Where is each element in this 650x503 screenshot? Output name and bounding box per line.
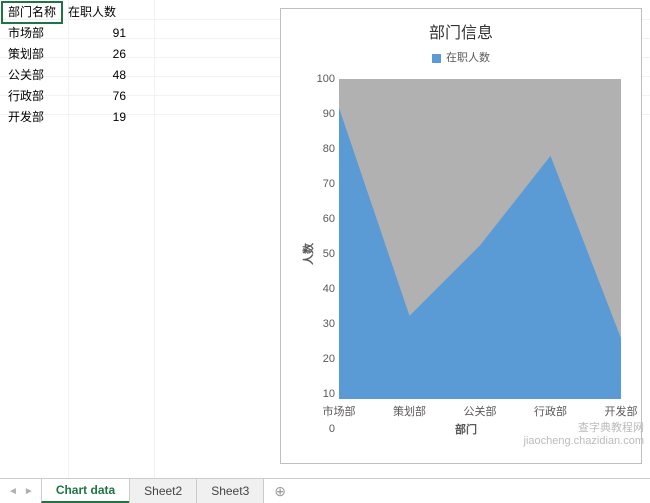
header-count[interactable]: 在职人数 — [62, 2, 132, 23]
y-tick: 40 — [305, 283, 335, 295]
x-tick: 策划部 — [393, 403, 426, 419]
chart-object[interactable]: 部门信息 在职人数 人数 100 90 80 70 60 50 40 30 20… — [280, 8, 642, 464]
watermark: 查字典教程网 jiaocheng.chazidian.com — [524, 422, 644, 448]
y-tick: 20 — [305, 353, 335, 365]
y-tick: 100 — [305, 73, 335, 85]
tab-nav: ◄ ► — [0, 486, 42, 497]
y-tick: 60 — [305, 213, 335, 225]
header-dept[interactable]: 部门名称 — [2, 2, 62, 23]
legend-swatch-icon — [432, 54, 441, 63]
y-tick: 30 — [305, 318, 335, 330]
data-table[interactable]: 部门名称 在职人数 市场部 91 策划部 26 公关部 48 行政部 76 开发… — [2, 2, 132, 128]
y-tick: 80 — [305, 143, 335, 155]
y-tick: 90 — [305, 108, 335, 120]
cell-dept[interactable]: 市场部 — [2, 23, 62, 44]
plot-area — [339, 79, 621, 399]
new-sheet-button[interactable]: ⊕ — [264, 483, 296, 500]
table-row: 开发部 19 — [2, 107, 132, 128]
table-row: 市场部 91 — [2, 23, 132, 44]
x-tick: 市场部 — [323, 403, 356, 419]
cell-dept[interactable]: 行政部 — [2, 86, 62, 107]
chart-title: 部门信息 — [281, 19, 641, 43]
worksheet-area[interactable]: 部门名称 在职人数 市场部 91 策划部 26 公关部 48 行政部 76 开发… — [0, 0, 650, 478]
tab-nav-last-icon[interactable]: ► — [22, 486, 36, 497]
cell-dept[interactable]: 开发部 — [2, 107, 62, 128]
tab-sheet3[interactable]: Sheet3 — [196, 479, 264, 503]
tab-nav-first-icon[interactable]: ◄ — [6, 486, 20, 497]
x-tick: 开发部 — [605, 403, 638, 419]
legend-text: 在职人数 — [446, 52, 490, 64]
sheet-tab-strip[interactable]: ◄ ► Chart data Sheet2 Sheet3 ⊕ — [0, 478, 650, 503]
sheet-tabs: Chart data Sheet2 Sheet3 — [42, 479, 264, 503]
cell-dept[interactable]: 公关部 — [2, 65, 62, 86]
area-series — [339, 79, 621, 399]
chart-legend: 在职人数 — [281, 49, 641, 65]
cell-count[interactable]: 26 — [62, 44, 132, 65]
tab-chart-data[interactable]: Chart data — [41, 479, 130, 503]
y-tick: 50 — [305, 248, 335, 260]
x-tick: 行政部 — [534, 403, 567, 419]
cell-count[interactable]: 48 — [62, 65, 132, 86]
y-tick: 70 — [305, 178, 335, 190]
cell-dept[interactable]: 策划部 — [2, 44, 62, 65]
cell-count[interactable]: 76 — [62, 86, 132, 107]
table-row: 策划部 26 — [2, 44, 132, 65]
cell-count[interactable]: 19 — [62, 107, 132, 128]
cell-count[interactable]: 91 — [62, 23, 132, 44]
y-tick: 10 — [305, 388, 335, 400]
tab-sheet2[interactable]: Sheet2 — [129, 479, 197, 503]
plot-wrap: 人数 100 90 80 70 60 50 40 30 20 10 0 市场部 … — [301, 79, 631, 429]
table-row: 公关部 48 — [2, 65, 132, 86]
x-tick: 公关部 — [464, 403, 497, 419]
table-row: 行政部 76 — [2, 86, 132, 107]
